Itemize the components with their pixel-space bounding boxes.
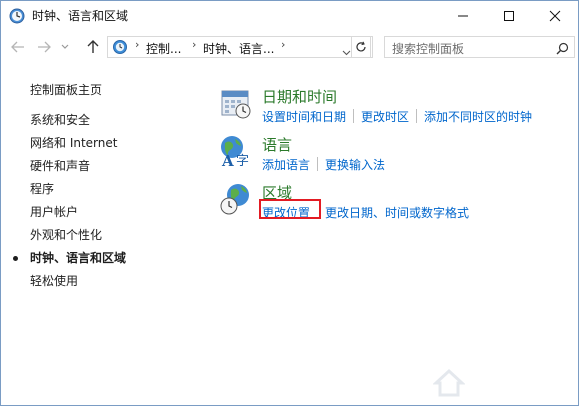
nav-item-network-internet[interactable]: 网络和 Internet: [30, 136, 126, 159]
forward-button[interactable]: [35, 39, 53, 55]
search-icon[interactable]: [556, 40, 569, 59]
chevron-down-icon: [342, 50, 351, 56]
forward-arrow-icon: [38, 41, 51, 53]
link-divider: [317, 157, 319, 171]
control-panel-clock-icon: [9, 8, 25, 24]
search-box[interactable]: 搜索控制面板: [384, 36, 575, 58]
up-button[interactable]: [84, 39, 102, 55]
nav-item-programs[interactable]: 程序: [30, 182, 126, 205]
left-nav: 系统和安全 网络和 Internet 硬件和声音 程序 用户帐户 外观和个性化 …: [13, 113, 126, 297]
minimize-button[interactable]: [440, 1, 486, 31]
category-links: 设置时间和日期 更改时区 添加不同时区的时钟: [262, 108, 532, 125]
refresh-icon: [356, 41, 366, 52]
search-input[interactable]: 搜索控制面板: [392, 40, 464, 57]
title-bar[interactable]: 时钟、语言和区域: [1, 1, 578, 31]
watermark-logo: [433, 365, 573, 401]
change-input-method-link[interactable]: 更换输入法: [325, 158, 385, 172]
refresh-button[interactable]: [351, 36, 371, 58]
category-title-language[interactable]: 语言: [262, 134, 292, 155]
change-time-zone-link[interactable]: 更改时区: [361, 110, 409, 124]
link-divider: [416, 109, 418, 123]
control-panel-window: 时钟、语言和区域 › 控制... › 时钟、语言... › 搜索控制面板 控制面…: [0, 0, 579, 406]
minimize-icon: [458, 15, 468, 17]
calendar-clock-icon[interactable]: [219, 86, 253, 120]
svg-text:A: A: [221, 152, 234, 168]
nav-item-hardware-sound[interactable]: 硬件和声音: [30, 159, 126, 182]
nav-item-user-accounts[interactable]: 用户帐户: [30, 205, 126, 228]
breadcrumb-control-panel[interactable]: 控制...: [146, 40, 181, 57]
back-arrow-icon: [11, 41, 24, 53]
nav-item-system-security[interactable]: 系统和安全: [30, 113, 126, 136]
address-dropdown-button[interactable]: [342, 41, 351, 60]
nav-item-ease-of-access[interactable]: 轻松使用: [30, 274, 126, 297]
nav-item-appearance[interactable]: 外观和个性化: [30, 228, 126, 251]
window-title: 时钟、语言和区域: [32, 9, 129, 23]
chevron-down-icon: [61, 44, 69, 49]
category-links: 添加语言 更换输入法: [262, 156, 385, 173]
highlight-box: [259, 199, 321, 219]
breadcrumb-separator-icon: ›: [192, 38, 197, 51]
recent-locations-button[interactable]: [59, 39, 71, 55]
set-time-date-link[interactable]: 设置时间和日期: [262, 110, 346, 124]
current-page-bullet: [13, 256, 18, 261]
add-clocks-link[interactable]: 添加不同时区的时钟: [424, 110, 532, 124]
back-button[interactable]: [9, 39, 27, 55]
maximize-button[interactable]: [486, 1, 532, 31]
maximize-icon: [504, 11, 514, 21]
close-icon: [549, 10, 561, 22]
svg-text:字: 字: [236, 154, 249, 168]
link-divider: [353, 109, 355, 123]
region-globe-clock-icon[interactable]: [219, 182, 253, 216]
change-date-time-number-format-link[interactable]: 更改日期、时间或数字格式: [325, 206, 469, 220]
control-panel-home-link[interactable]: 控制面板主页: [30, 81, 102, 98]
control-panel-small-icon: [112, 39, 128, 55]
add-language-link[interactable]: 添加语言: [262, 158, 310, 172]
category-title-date-time[interactable]: 日期和时间: [262, 86, 337, 107]
address-bar[interactable]: › 控制... › 时钟、语言... ›: [107, 36, 373, 58]
nav-item-clock-language-region: 时钟、语言和区域: [13, 251, 126, 274]
breadcrumb-separator-icon: ›: [135, 38, 140, 51]
close-button[interactable]: [532, 1, 578, 31]
up-arrow-icon: [87, 40, 99, 53]
language-globe-icon[interactable]: A 字: [219, 134, 253, 170]
breadcrumb-separator-icon: ›: [281, 38, 286, 51]
breadcrumb-clock-language-region[interactable]: 时钟、语言...: [203, 40, 274, 57]
house-logo-icon: [433, 368, 465, 397]
